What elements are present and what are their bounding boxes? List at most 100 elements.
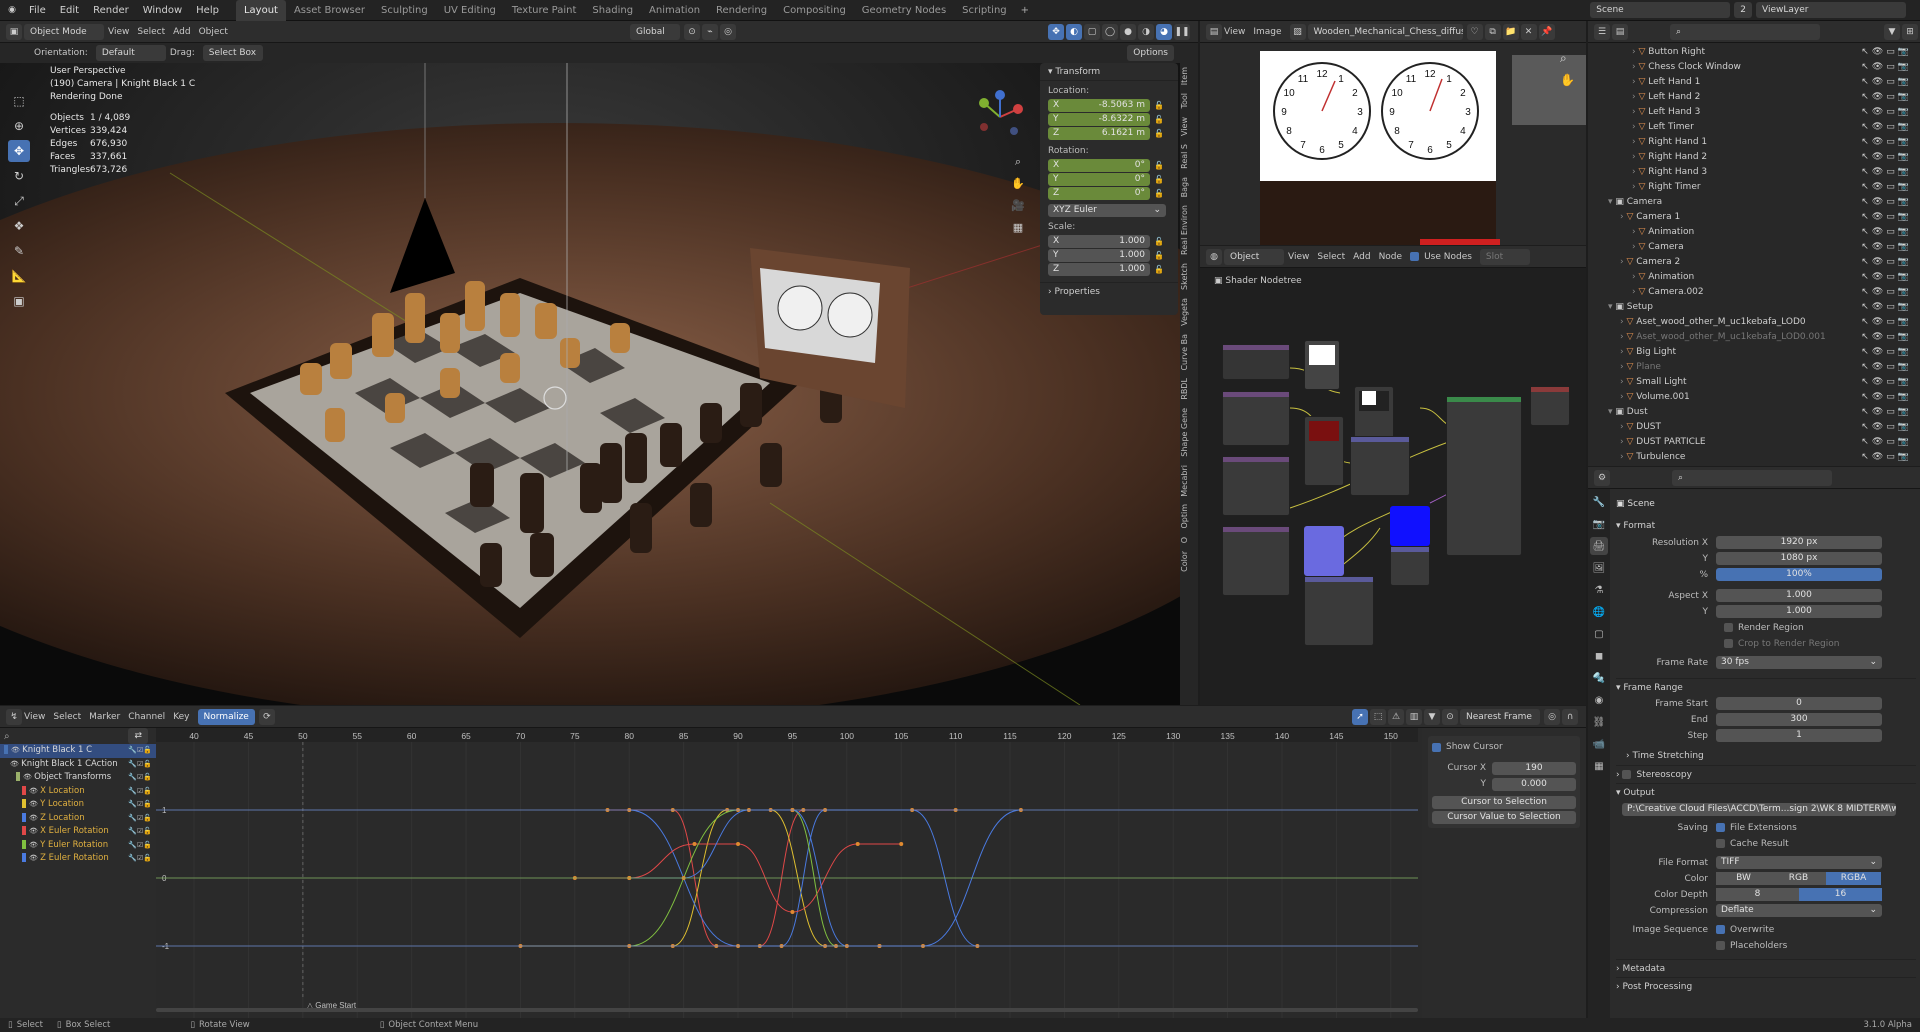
workspace-tab-asset-browser[interactable]: Asset Browser xyxy=(286,0,373,21)
mode-selector[interactable]: Object Mode xyxy=(24,23,104,40)
camera-render-icon[interactable]: 📷 xyxy=(1898,152,1912,162)
node-mix-2[interactable] xyxy=(1304,416,1344,486)
normalize-toggle[interactable]: Normalize xyxy=(197,708,255,725)
properties-search[interactable]: ⌕ xyxy=(1672,469,1832,486)
metadata-header[interactable]: Metadata xyxy=(1622,964,1665,974)
menu-render[interactable]: Render xyxy=(86,0,136,21)
channel-eye-icon[interactable]: 👁 xyxy=(29,854,40,862)
scene-tab-icon[interactable]: ⚗ xyxy=(1590,581,1608,599)
aspect-x-field[interactable]: 1.000 xyxy=(1716,589,1882,602)
shading-material-icon[interactable]: ◑ xyxy=(1138,23,1154,40)
channel-row[interactable]: 👁 Y Location 🔧☑🔓 xyxy=(0,798,156,812)
camera-render-icon[interactable]: 📷 xyxy=(1898,362,1912,372)
shader-menu-select[interactable]: Select xyxy=(1317,252,1345,262)
sidebar-tab-rbdl[interactable]: RBDL xyxy=(1180,374,1189,404)
viewport-disable-icon[interactable]: ▭ xyxy=(1886,362,1898,372)
snap-mode-select[interactable]: Nearest Frame xyxy=(1460,708,1540,725)
node-image-texture-2[interactable] xyxy=(1222,391,1290,446)
shader-menu-add[interactable]: Add xyxy=(1353,252,1370,262)
eye-icon[interactable]: 👁 xyxy=(1872,422,1886,432)
constraints-tab-icon[interactable]: ⛓ xyxy=(1590,713,1608,731)
outliner-search[interactable]: ⌕ xyxy=(1670,23,1820,40)
graph-menu-view[interactable]: View xyxy=(24,712,45,722)
channel-eye-icon[interactable]: 👁 xyxy=(29,814,40,822)
node-preview-1[interactable] xyxy=(1304,340,1340,390)
gizmo-toggle-icon[interactable]: ✥ xyxy=(1048,23,1064,40)
keyframe-point[interactable] xyxy=(790,910,795,914)
outliner-row[interactable]: › ▽ Camera 1 ↖👁▭📷 xyxy=(1588,210,1920,225)
select-box-tool-icon[interactable]: ⬚ xyxy=(8,90,30,112)
select-arrow-icon[interactable]: ↖ xyxy=(1861,107,1872,117)
outliner-row[interactable]: › ▽ Aset_wood_other_M_uc1kebafa_LOD0.001… xyxy=(1588,330,1920,345)
shader-menu-view[interactable]: View xyxy=(1288,252,1309,262)
location-y-field[interactable]: Y -8.6322 m xyxy=(1048,113,1150,126)
node-color-blue[interactable] xyxy=(1390,506,1430,546)
eye-icon[interactable]: 👁 xyxy=(1872,212,1886,222)
outliner-row[interactable]: › ▽ Left Hand 3 ↖👁▭📷 xyxy=(1588,105,1920,120)
workspace-tab-animation[interactable]: Animation xyxy=(641,0,708,21)
node-color-ramp[interactable] xyxy=(1222,526,1290,596)
outliner-row[interactable]: ▾ ▣ Dust ↖👁▭📷 xyxy=(1588,405,1920,420)
viewport-disable-icon[interactable]: ▭ xyxy=(1886,317,1898,327)
sidebar-tab-tool[interactable]: Tool xyxy=(1180,89,1189,113)
viewport-disable-icon[interactable]: ▭ xyxy=(1886,347,1898,357)
viewport-menu-add[interactable]: Add xyxy=(173,27,190,37)
camera-render-icon[interactable]: 📷 xyxy=(1898,392,1912,402)
camera-render-icon[interactable]: 📷 xyxy=(1898,137,1912,147)
navigation-gizmo[interactable] xyxy=(970,87,1030,147)
camera-render-icon[interactable]: 📷 xyxy=(1898,47,1912,57)
eye-icon[interactable]: 👁 xyxy=(1872,332,1886,342)
rotation-x-lock-icon[interactable]: 🔓 xyxy=(1154,161,1164,170)
select-arrow-icon[interactable]: ↖ xyxy=(1861,437,1872,447)
select-arrow-icon[interactable]: ↖ xyxy=(1861,422,1872,432)
scale-y-lock-icon[interactable]: 🔓 xyxy=(1154,251,1164,260)
pivot-icon[interactable]: ⊙ xyxy=(684,23,700,40)
overwrite-checkbox[interactable]: Overwrite xyxy=(1730,925,1782,935)
viewport-menu-object[interactable]: Object xyxy=(199,27,228,37)
color-depth-16[interactable]: 16 xyxy=(1799,888,1882,901)
node-image-texture-1[interactable] xyxy=(1222,344,1290,380)
viewport-menu-view[interactable]: View xyxy=(108,27,129,37)
properties-type-icon[interactable]: ⚙ xyxy=(1594,469,1610,486)
node-principled-bsdf[interactable] xyxy=(1446,396,1522,556)
cursor-value-to-selection-button[interactable]: Cursor Value to Selection xyxy=(1432,811,1576,824)
shader-editor-type-icon[interactable]: ◍ xyxy=(1206,248,1222,265)
select-arrow-icon[interactable]: ↖ xyxy=(1861,197,1872,207)
viewport-disable-icon[interactable]: ▭ xyxy=(1886,137,1898,147)
cursor-y-field[interactable]: 0.000 xyxy=(1492,777,1576,791)
select-arrow-icon[interactable]: ↖ xyxy=(1861,272,1872,282)
graph-editor-type-icon[interactable]: ↯ xyxy=(6,708,22,725)
shading-wire-icon[interactable]: ◯ xyxy=(1102,23,1118,40)
viewport-disable-icon[interactable]: ▭ xyxy=(1886,152,1898,162)
outliner-row[interactable]: › ▽ Volume.001 ↖👁▭📷 xyxy=(1588,390,1920,405)
pin-icon[interactable]: 📌 xyxy=(1538,23,1555,40)
outliner-row[interactable]: › ▽ Small Light ↖👁▭📷 xyxy=(1588,375,1920,390)
outliner-row[interactable]: › ▽ Right Hand 1 ↖👁▭📷 xyxy=(1588,135,1920,150)
viewport-disable-icon[interactable]: ▭ xyxy=(1886,92,1898,102)
add-workspace-icon[interactable]: + xyxy=(1021,5,1029,16)
data-tab-icon[interactable]: 📹 xyxy=(1590,735,1608,753)
node-math[interactable] xyxy=(1304,576,1374,646)
location-z-lock-icon[interactable]: 🔓 xyxy=(1154,129,1164,138)
select-arrow-icon[interactable]: ↖ xyxy=(1861,137,1872,147)
eye-icon[interactable]: 👁 xyxy=(1872,182,1886,192)
keyframe-point[interactable] xyxy=(692,842,697,846)
channel-row[interactable]: 👁 Z Location 🔧☑🔓 xyxy=(0,812,156,826)
camera-render-icon[interactable]: 📷 xyxy=(1898,257,1912,267)
zoom-icon[interactable]: ⌕ xyxy=(1010,151,1026,173)
select-arrow-icon[interactable]: ↖ xyxy=(1861,377,1872,387)
graph-menu-marker[interactable]: Marker xyxy=(89,712,120,722)
modifier-icon[interactable]: 🔧 xyxy=(128,800,137,808)
select-arrow-icon[interactable]: ↖ xyxy=(1861,182,1872,192)
outliner-row[interactable]: › ▽ Left Hand 1 ↖👁▭📷 xyxy=(1588,75,1920,90)
channel-row[interactable]: 👁 Object Transforms 🔧☑🔓 xyxy=(0,771,156,785)
outliner-row[interactable]: ▾ ▣ Camera ↖👁▭📷 xyxy=(1588,195,1920,210)
workspace-tab-compositing[interactable]: Compositing xyxy=(775,0,854,21)
channel-eye-icon[interactable]: 👁 xyxy=(10,760,21,768)
sidebar-tab-color[interactable]: Color xyxy=(1180,547,1189,576)
menu-edit[interactable]: Edit xyxy=(53,0,86,21)
cursor-tool-icon[interactable]: ⊕ xyxy=(8,115,30,137)
eye-icon[interactable]: 👁 xyxy=(1872,47,1886,57)
shading-rendered-icon[interactable]: ◕ xyxy=(1156,23,1172,40)
select-arrow-icon[interactable]: ↖ xyxy=(1861,212,1872,222)
